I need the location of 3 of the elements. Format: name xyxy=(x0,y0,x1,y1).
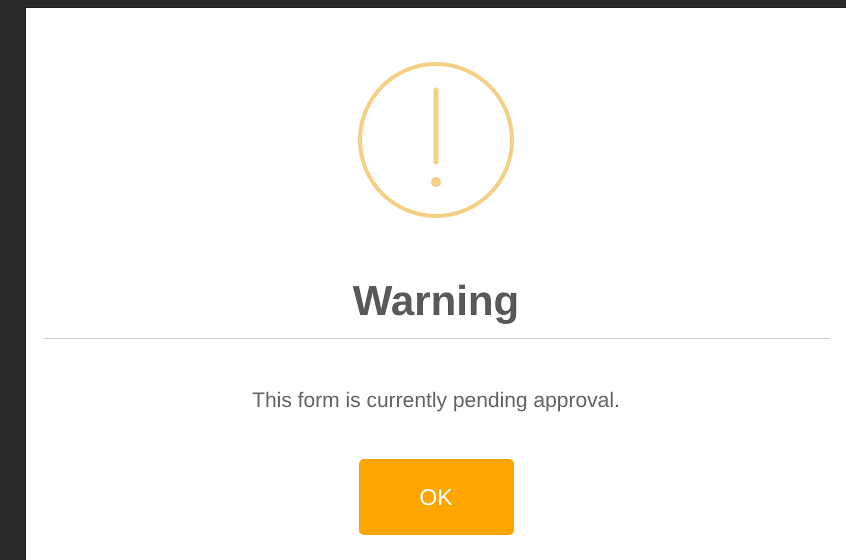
dialog-message: This form is currently pending approval. xyxy=(251,388,621,414)
dialog-title: Warning xyxy=(352,276,520,326)
ok-button[interactable]: OK xyxy=(358,458,514,535)
